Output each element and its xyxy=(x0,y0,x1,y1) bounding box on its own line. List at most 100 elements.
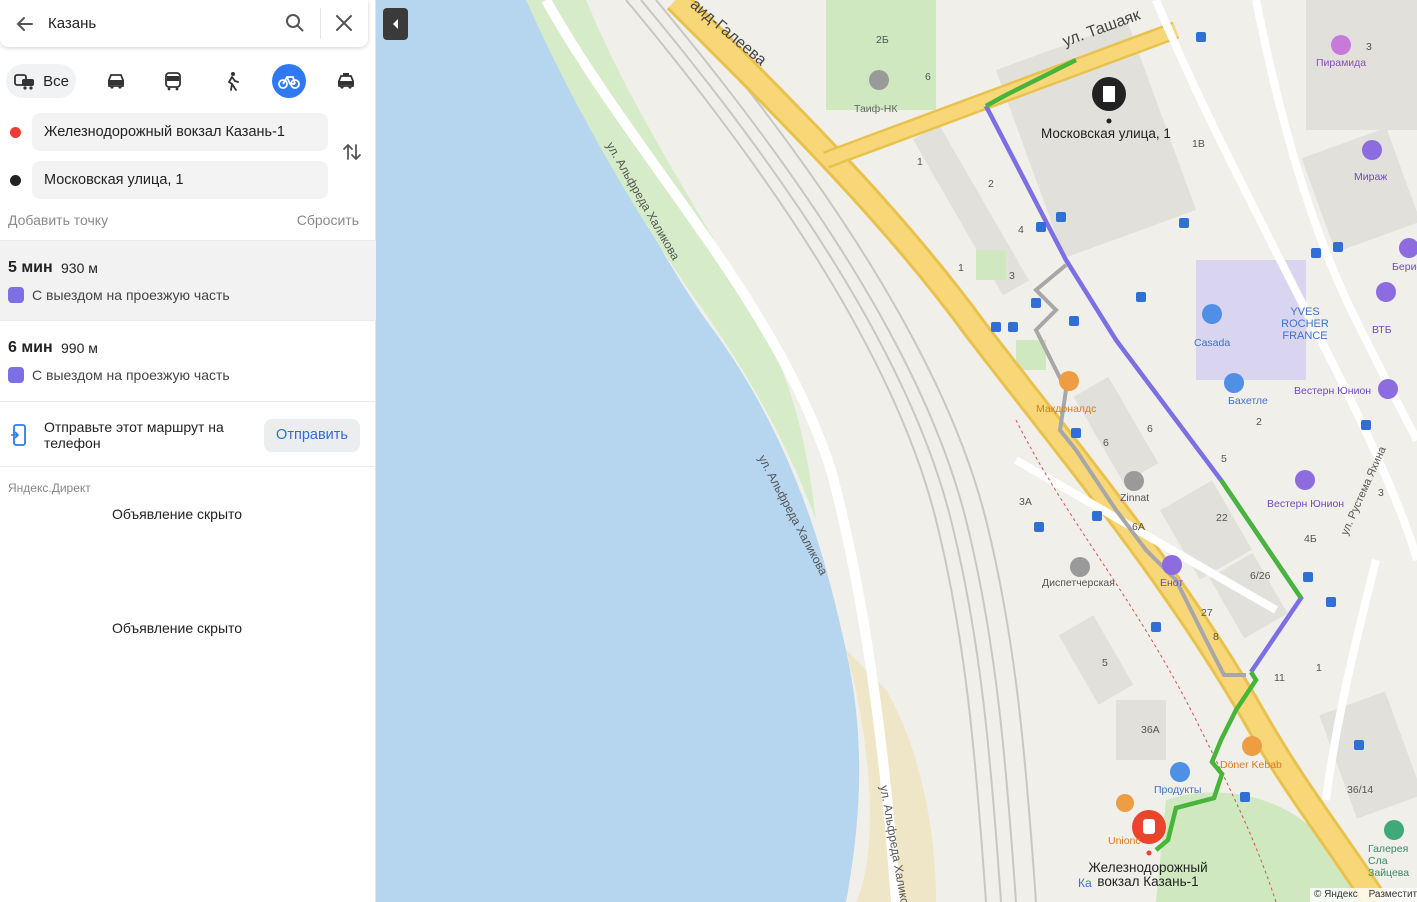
poi-label: Диспетчерская xyxy=(1042,577,1115,589)
placement-link[interactable]: Разместить xyxy=(1369,889,1417,900)
house-number: 36/14 xyxy=(1347,784,1374,796)
poi-label: Пирамида xyxy=(1316,57,1367,69)
house-number: 3 xyxy=(1009,270,1015,282)
bus-icon xyxy=(165,72,181,91)
poi-label: Енот xyxy=(1160,577,1184,589)
mode-car-button[interactable] xyxy=(99,64,133,98)
route-option[interactable]: 5 мин 930 м С выездом на проезжую часть xyxy=(0,240,376,320)
hotel-icon xyxy=(1399,238,1417,258)
house-number: 1 xyxy=(917,156,923,168)
house-number: 3 xyxy=(1378,487,1384,499)
mode-walk-button[interactable] xyxy=(215,64,249,98)
gallery-icon xyxy=(1384,820,1404,840)
swap-icon[interactable] xyxy=(341,141,363,163)
poi-label: Zinnat xyxy=(1120,492,1150,504)
copyright-text[interactable]: © Яндекс xyxy=(1314,889,1358,900)
search-bar: Казань xyxy=(0,0,368,47)
poi-label: Ка xyxy=(1078,876,1092,890)
poi-label: Макдоналдс xyxy=(1036,403,1097,415)
house-number: 22 xyxy=(1216,512,1228,524)
add-point-link[interactable]: Добавить точку xyxy=(8,212,108,228)
poi-label: Unionc xyxy=(1108,835,1141,847)
dispatch-icon xyxy=(1070,557,1090,577)
poi-label: Вестерн Юнион xyxy=(1267,498,1345,510)
house-number: 1 xyxy=(1316,662,1322,674)
house-number: 5 xyxy=(1221,453,1227,465)
ad-hidden: Объявление скрыто xyxy=(111,620,243,636)
house-number: 2Б xyxy=(876,34,889,46)
house-number: 36А xyxy=(1141,724,1160,736)
house-number: 6/26 xyxy=(1250,570,1271,582)
close-icon[interactable] xyxy=(333,12,355,34)
hotel-icon xyxy=(1362,140,1382,160)
destination-anchor xyxy=(1106,118,1112,124)
poi-label: Döner Kebab xyxy=(1220,759,1282,771)
route-option[interactable]: 6 мин 990 м С выездом на проезжую часть xyxy=(0,320,376,400)
ads-label: Яндекс.Директ xyxy=(8,481,91,495)
poi-label: Бахетле xyxy=(1228,395,1268,407)
search-icon[interactable] xyxy=(284,12,306,34)
pyramid-icon xyxy=(1331,35,1351,55)
bicycle-icon xyxy=(278,76,300,89)
mode-bus-button[interactable] xyxy=(156,64,190,98)
house-number: 3А xyxy=(1019,496,1032,508)
roadway-icon xyxy=(8,287,24,303)
route-distance: 930 м xyxy=(61,260,98,276)
search-input[interactable]: Казань xyxy=(48,15,96,32)
mode-all-label: Все xyxy=(43,72,69,90)
poi-label: Галерея Сла Зайцева xyxy=(1368,843,1410,879)
poi-label: Продукты xyxy=(1154,784,1202,796)
train-icon xyxy=(1143,819,1155,834)
restaurant-icon xyxy=(1059,371,1079,391)
grocery-icon xyxy=(1170,762,1190,782)
map-copyright: © Яндекс Разместить xyxy=(1310,888,1417,902)
destination-field[interactable]: Московская улица, 1 xyxy=(32,161,328,199)
divider xyxy=(320,8,321,39)
house-number: 3 xyxy=(1366,41,1372,53)
poi-label: Берис xyxy=(1392,261,1417,273)
mode-taxi-button[interactable] xyxy=(329,64,363,98)
house-number: 6 xyxy=(1103,437,1109,449)
reset-link[interactable]: Сбросить xyxy=(297,212,359,228)
house-number: 6А xyxy=(1132,521,1145,533)
walk-icon xyxy=(227,72,239,91)
house-number: 8 xyxy=(1213,631,1219,643)
shop-icon xyxy=(1116,794,1134,812)
house-number: 5 xyxy=(1102,657,1108,669)
house-number: 11 xyxy=(1274,672,1285,684)
building-icon xyxy=(1103,86,1115,102)
poi-label: Вестерн Юнион xyxy=(1294,385,1372,397)
poi-label: ВТБ xyxy=(1372,324,1392,336)
route-note: С выездом на проезжую часть xyxy=(32,287,230,303)
poi-label: Casada xyxy=(1194,337,1231,349)
route-note: С выездом на проезжую часть xyxy=(32,367,230,383)
send-button[interactable]: Отправить xyxy=(264,419,360,452)
poi-label: YVES ROCHER FRANCE xyxy=(1281,306,1329,342)
factory-icon xyxy=(1124,471,1144,491)
ad-hidden: Объявление скрыто xyxy=(111,506,243,522)
money-transfer-icon xyxy=(1295,470,1315,490)
origin-label: Железнодорожный вокзал Казань-1 xyxy=(1088,860,1208,889)
house-number: 1 xyxy=(958,262,964,274)
origin-anchor xyxy=(1146,850,1152,856)
mode-bicycle-button[interactable] xyxy=(272,64,306,98)
mode-all-button[interactable]: Все xyxy=(6,64,76,98)
route-panel: Казань Все Железнодорожный вокзал Казань… xyxy=(0,0,376,902)
chevron-left-icon xyxy=(393,19,398,29)
collapse-panel-button[interactable] xyxy=(383,8,408,40)
origin-field[interactable]: Железнодорожный вокзал Казань-1 xyxy=(32,113,328,151)
house-number: 4Б xyxy=(1304,533,1317,545)
send-to-phone: Отправьте этот маршрут на телефон Отправ… xyxy=(0,401,376,467)
poi-label: Таиф-НК xyxy=(854,103,898,115)
shop-icon xyxy=(1202,304,1222,324)
back-arrow-icon[interactable] xyxy=(14,13,36,35)
phone-icon xyxy=(11,424,26,446)
multimodal-icon xyxy=(14,74,35,90)
route-distance: 990 м xyxy=(61,340,98,356)
destination-label: Московская улица, 1 xyxy=(1041,126,1171,141)
map-view[interactable]: ул. Ташаяк аид-Галеева ул. Альфреда Хали… xyxy=(376,0,1417,902)
route-time: 5 мин xyxy=(8,259,53,276)
house-number: 2 xyxy=(1256,416,1262,428)
car-icon xyxy=(108,74,124,89)
house-number: 6 xyxy=(925,71,931,83)
